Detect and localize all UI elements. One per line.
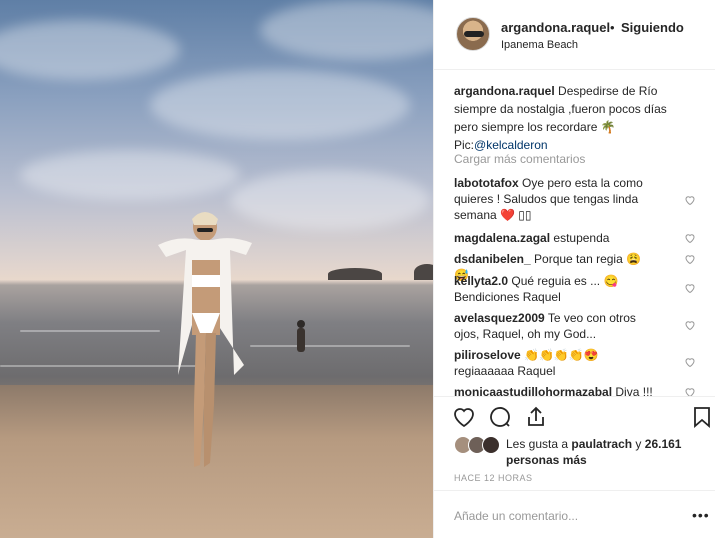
- load-more-comments[interactable]: Cargar más comentarios: [454, 152, 585, 166]
- liker-avatar: [482, 436, 500, 454]
- comment: magdalena.zagal estupenda: [454, 230, 659, 246]
- pic-label: Pic:: [454, 138, 475, 152]
- add-comment-bar: Añade un comentario... •••: [434, 490, 715, 538]
- add-comment-input[interactable]: Añade un comentario...: [454, 509, 578, 523]
- comment-username[interactable]: monicaastudillohormazabal: [454, 385, 612, 396]
- comment: kellyta2.0 Qué reguia es ... 😋 Bendicion…: [454, 273, 659, 305]
- cloud: [150, 70, 410, 140]
- wave: [20, 330, 160, 332]
- action-bar: [434, 396, 715, 436]
- cloud: [230, 170, 430, 230]
- like-comment-heart-icon[interactable]: [684, 356, 696, 368]
- like-comment-heart-icon[interactable]: [684, 319, 696, 331]
- cloud: [260, 0, 433, 60]
- separator-dot: •: [610, 20, 615, 35]
- post-timestamp[interactable]: HACE 12 HORAS: [454, 473, 533, 483]
- cloud: [20, 150, 240, 200]
- like-comment-heart-icon[interactable]: [684, 194, 696, 206]
- like-comment-heart-icon[interactable]: [684, 282, 696, 294]
- cloud: [0, 20, 180, 80]
- location-link[interactable]: Ipanema Beach: [501, 39, 578, 51]
- bookmark-icon[interactable]: [690, 405, 714, 429]
- sunglasses: [464, 31, 484, 37]
- comment: piliroselove 👏👏👏👏😍 regiaaaaaa Raquel: [454, 347, 659, 379]
- caption-mention[interactable]: @kelcalderon: [474, 138, 548, 152]
- comment-text: Diva !!!: [615, 385, 653, 396]
- like-comment-heart-icon[interactable]: [684, 253, 696, 265]
- likes-prefix: Les gusta a: [506, 437, 569, 451]
- like-comment-heart-icon[interactable]: [684, 386, 696, 396]
- comment: labototafox Oye pero esta la como quiere…: [454, 175, 659, 223]
- swimmer: [297, 320, 305, 352]
- liker-avatars[interactable]: [454, 436, 504, 456]
- wave: [250, 345, 410, 347]
- likes-user[interactable]: paulatrach: [571, 437, 632, 451]
- post-header: argandona.raquel • Siguiendo Ipanema Bea…: [434, 0, 715, 70]
- post-photo[interactable]: [0, 0, 433, 538]
- likes-row: Les gusta a paulatrach y 26.161 personas…: [434, 432, 715, 472]
- comment-text: estupenda: [553, 231, 610, 245]
- island: [414, 264, 433, 280]
- caption-username[interactable]: argandona.raquel: [454, 84, 555, 98]
- comment-icon[interactable]: [488, 405, 512, 429]
- post-caption: argandona.raquel Despedirse de Río siemp…: [454, 82, 684, 154]
- share-icon[interactable]: [524, 405, 548, 429]
- island: [328, 268, 382, 280]
- comment-username[interactable]: kellyta2.0: [454, 274, 508, 288]
- comment: monicaastudillohormazabal Diva !!!: [454, 384, 659, 396]
- likes-text: Les gusta a paulatrach y 26.161 personas…: [506, 436, 706, 468]
- header-username[interactable]: argandona.raquel: [501, 20, 610, 35]
- heart-icon[interactable]: [452, 405, 476, 429]
- comment-username[interactable]: avelasquez2009: [454, 311, 545, 325]
- comment-username[interactable]: piliroselove: [454, 348, 521, 362]
- comment: avelasquez2009 Te veo con otros ojos, Ra…: [454, 310, 659, 342]
- likes-conj: y: [635, 437, 642, 451]
- woman-figure: [158, 212, 252, 467]
- comment-username[interactable]: dsdanibelen_: [454, 252, 531, 266]
- post-panel: argandona.raquel • Siguiendo Ipanema Bea…: [433, 0, 715, 538]
- comment-list[interactable]: argandona.raquel Despedirse de Río siemp…: [434, 71, 715, 396]
- comment-username[interactable]: magdalena.zagal: [454, 231, 550, 245]
- like-comment-heart-icon[interactable]: [684, 232, 696, 244]
- follow-button[interactable]: Siguiendo: [621, 20, 684, 35]
- more-options-icon[interactable]: •••: [692, 507, 710, 523]
- avatar[interactable]: [456, 17, 490, 51]
- comment-username[interactable]: labototafox: [454, 176, 519, 190]
